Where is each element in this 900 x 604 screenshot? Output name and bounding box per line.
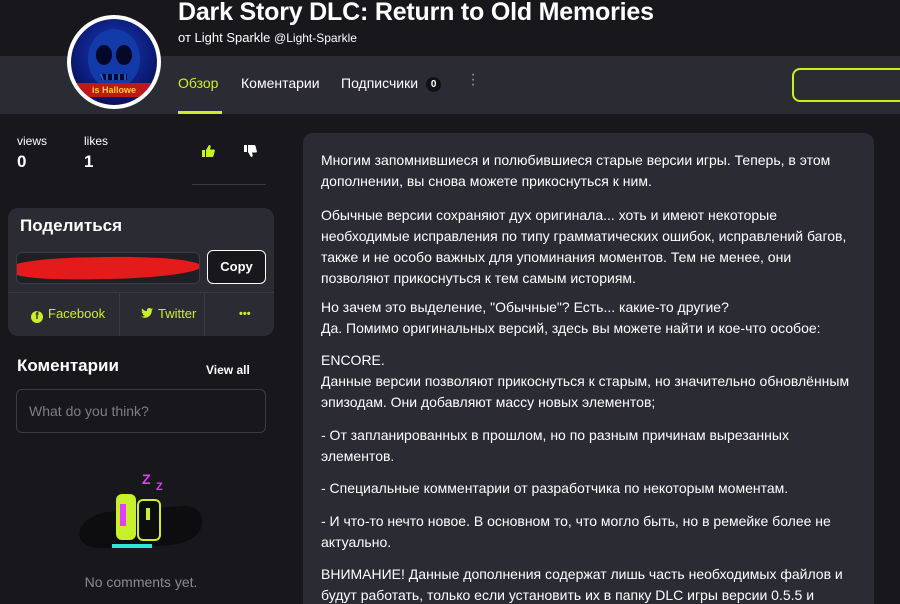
- page-title: Dark Story DLC: Return to Old Memories: [178, 0, 654, 26]
- share-title: Поделиться: [20, 216, 123, 235]
- share-more-button[interactable]: •••: [239, 308, 251, 320]
- byline-prefix: от: [178, 30, 191, 45]
- description-paragraph: ВНИМАНИЕ! Данные дополнения содержат лиш…: [321, 566, 843, 603]
- description-paragraph: - И что-то нечто новое. В основном то, ч…: [321, 513, 831, 550]
- description-paragraph: ENCORE.: [321, 352, 385, 368]
- copy-button[interactable]: Copy: [207, 250, 266, 284]
- followers-count-badge: 0: [425, 77, 442, 92]
- tab-overview[interactable]: Обзор: [178, 75, 218, 91]
- description-paragraph: Данные версии позволяют прикоснуться к с…: [321, 373, 850, 410]
- likes-label: likes: [84, 134, 109, 148]
- comments-title: Коментарии: [17, 356, 119, 375]
- author-byline: от Light Sparkle @Light-Sparkle: [178, 30, 357, 45]
- description-paragraph: Обычные версии сохраняют дух оригинала..…: [321, 207, 847, 286]
- description-paragraph: Но зачем это выделение, "Обычные"? Есть.…: [321, 299, 729, 315]
- views-value: 0: [17, 152, 27, 171]
- twitter-icon: [141, 306, 153, 321]
- description-paragraph: - От запланированных в прошлом, но по ра…: [321, 427, 789, 464]
- description-paragraph: Многим запомнившиеся и полюбившиеся стар…: [321, 152, 831, 189]
- avatar-banner: is Hallowe: [71, 83, 157, 97]
- sleeping-controller-icon: Z Z: [79, 471, 203, 548]
- svg-text:Z: Z: [156, 481, 163, 493]
- description-panel: Многим запомнившиеся и полюбившиеся стар…: [303, 133, 874, 604]
- twitter-label: Twitter: [158, 306, 197, 321]
- share-link-input[interactable]: [16, 252, 200, 284]
- views-label: views: [17, 134, 48, 148]
- avatar-image: is Hallowe: [71, 19, 157, 105]
- description-paragraph: Да. Помимо оригинальных версий, здесь вы…: [321, 320, 821, 336]
- tab-followers-label: Подписчики: [341, 75, 419, 91]
- description-paragraph: - Специальные комментарии от разработчик…: [321, 480, 789, 496]
- search-input[interactable]: [792, 68, 900, 102]
- facebook-icon: f: [31, 311, 43, 323]
- vote-divider: [192, 184, 266, 185]
- avatar[interactable]: is Hallowe: [67, 15, 161, 109]
- share-divider: [119, 293, 120, 336]
- likes-value: 1: [84, 152, 94, 171]
- view-all-link[interactable]: View all: [206, 363, 250, 377]
- author-handle[interactable]: @Light-Sparkle: [274, 31, 357, 45]
- share-facebook-button[interactable]: f Facebook: [31, 306, 105, 323]
- author-name[interactable]: Light Sparkle: [195, 30, 271, 45]
- tab-comments[interactable]: Коментарии: [241, 75, 320, 91]
- active-tab-indicator: [178, 111, 222, 114]
- thumbs-up-icon[interactable]: [200, 145, 216, 161]
- facebook-label: Facebook: [48, 306, 106, 321]
- thumbs-down-icon[interactable]: [242, 145, 258, 161]
- redaction-mark: [17, 255, 199, 281]
- more-options-icon[interactable]: · · ·: [468, 67, 478, 93]
- share-divider: [8, 292, 274, 293]
- share-twitter-button[interactable]: Twitter: [141, 306, 196, 321]
- svg-text:Z: Z: [142, 471, 151, 487]
- share-divider: [204, 293, 205, 336]
- tab-followers[interactable]: Подписчики 0: [341, 75, 442, 92]
- no-comments-text: No comments yet.: [84, 574, 198, 590]
- comment-input[interactable]: [16, 389, 266, 433]
